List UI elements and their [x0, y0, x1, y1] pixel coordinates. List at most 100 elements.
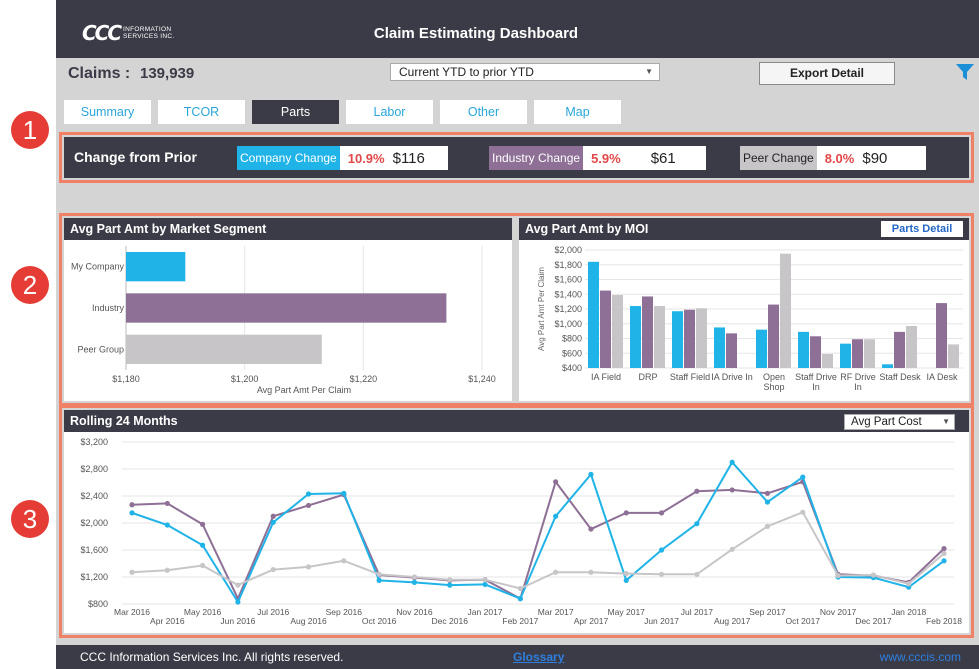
data-point	[517, 585, 523, 592]
bar	[864, 339, 875, 368]
glossary-link[interactable]: Glossary	[513, 645, 564, 669]
data-point	[447, 582, 453, 588]
data-point	[129, 502, 135, 508]
data-point	[870, 572, 876, 578]
period-select[interactable]: Current YTD to prior YTD ▼	[390, 63, 660, 81]
data-point	[270, 566, 276, 573]
category-label: Industry	[92, 303, 125, 313]
y-tick-label: $1,800	[554, 260, 582, 270]
bar	[756, 329, 767, 368]
x-tick-label: May 2016	[184, 607, 222, 617]
bar	[126, 293, 447, 323]
period-select-value: Current YTD to prior YTD	[399, 65, 534, 79]
bar	[906, 325, 917, 368]
section-marker-1: 1	[11, 111, 49, 149]
bar	[600, 290, 611, 368]
data-point	[235, 582, 241, 588]
bar	[588, 261, 599, 368]
tab-labor[interactable]: Labor	[346, 100, 433, 124]
bar	[126, 334, 322, 364]
data-point	[376, 577, 382, 583]
x-tick-label: Nov 2017	[820, 607, 857, 617]
bar	[654, 306, 665, 368]
x-tick-label: Dec 2017	[855, 616, 892, 626]
copyright-text: CCC Information Services Inc. All rights…	[80, 650, 344, 664]
x-tick-label: Sep 2016	[326, 607, 363, 617]
y-axis-label: Avg Part Amt Per Claim	[537, 267, 546, 351]
page-title: Claim Estimating Dashboard	[373, 25, 579, 42]
measure-select[interactable]: Avg Part Cost ▼	[844, 414, 955, 430]
export-detail-button[interactable]: Export Detail	[759, 62, 895, 85]
data-point	[270, 513, 276, 519]
industry-change-amt: $61	[650, 149, 676, 167]
data-point	[411, 579, 418, 585]
data-point	[305, 491, 312, 497]
x-tick-label: Aug 2017	[714, 616, 751, 626]
y-tick-label: $2,400	[80, 491, 108, 501]
data-point	[235, 599, 241, 605]
peer-change-label: Peer Change	[740, 146, 817, 170]
industry-change-box: Industry Change 5.9% $61	[489, 146, 706, 170]
data-point	[729, 546, 735, 552]
x-tick-label: Feb 2018	[926, 616, 962, 626]
y-tick-label: $2,000	[554, 245, 582, 255]
company-change-label: Company Change	[237, 146, 340, 170]
category-label: In	[854, 382, 862, 392]
data-point	[694, 571, 700, 577]
peer-change-pct: 8.0%	[824, 150, 855, 166]
x-tick-label: Jul 2017	[681, 607, 713, 617]
data-point	[305, 564, 312, 570]
y-tick-label: $1,200	[554, 304, 582, 314]
category-label: IA Field	[591, 372, 621, 382]
measure-select-value: Avg Part Cost	[851, 416, 922, 428]
chevron-down-icon: ▼	[942, 417, 950, 426]
moi-chart: $400 $600 $800 $1,000 $1,200 $1,400 $1,600 $1,8…	[537, 245, 963, 392]
bar	[672, 311, 683, 368]
company-change-box: Company Change 10.9% $116	[237, 146, 448, 170]
x-tick-label: Apr 2017	[574, 616, 609, 626]
moi-title-text: Avg Part Amt by MOI	[525, 222, 649, 236]
rolling-title: Rolling 24 Months Avg Part Cost ▼	[64, 410, 969, 432]
parts-detail-button[interactable]: Parts Detail	[881, 221, 963, 237]
x-tick-label: Aug 2016	[290, 616, 327, 626]
y-tick-label: $800	[88, 599, 108, 609]
category-label: Open	[763, 372, 785, 382]
data-point	[200, 521, 206, 527]
bar	[780, 253, 791, 368]
category-label: Peer Group	[77, 344, 124, 354]
x-axis-label: Avg Part Amt Per Claim	[257, 385, 351, 395]
tab-map[interactable]: Map	[534, 100, 621, 124]
tab-summary[interactable]: Summary	[64, 100, 151, 124]
data-point	[129, 510, 135, 516]
tab-other[interactable]: Other	[440, 100, 527, 124]
data-point	[658, 571, 665, 577]
industry-change-pct: 5.9%	[591, 150, 621, 166]
peer-change-box: Peer Change 8.0% $90	[740, 146, 926, 170]
x-tick-label: Mar 2017	[538, 607, 574, 617]
data-point	[729, 459, 735, 465]
site-link[interactable]: www.cccis.com	[880, 645, 961, 669]
claims-count: 139,939	[140, 65, 195, 82]
bar	[822, 353, 833, 368]
data-point	[341, 558, 347, 564]
bar	[684, 309, 695, 368]
data-point	[482, 581, 488, 588]
category-label: IA Desk	[926, 372, 958, 382]
data-point	[588, 471, 594, 477]
x-tick-label: $1,240	[468, 374, 496, 384]
tab-parts[interactable]: Parts	[252, 100, 339, 124]
x-tick-label: May 2017	[608, 607, 646, 617]
chevron-down-icon: ▼	[645, 67, 653, 76]
bar	[630, 306, 641, 368]
tab-tcor[interactable]: TCOR	[158, 100, 245, 124]
data-point	[270, 519, 276, 525]
bar	[852, 339, 863, 368]
data-point	[764, 499, 771, 505]
y-tick-label: $2,800	[80, 464, 108, 474]
moi-title: Avg Part Amt by MOI Parts Detail	[519, 218, 969, 240]
data-point	[694, 521, 700, 527]
data-point	[553, 513, 559, 519]
data-point	[411, 574, 418, 580]
data-point	[941, 546, 947, 552]
filter-icon[interactable]	[955, 62, 975, 82]
